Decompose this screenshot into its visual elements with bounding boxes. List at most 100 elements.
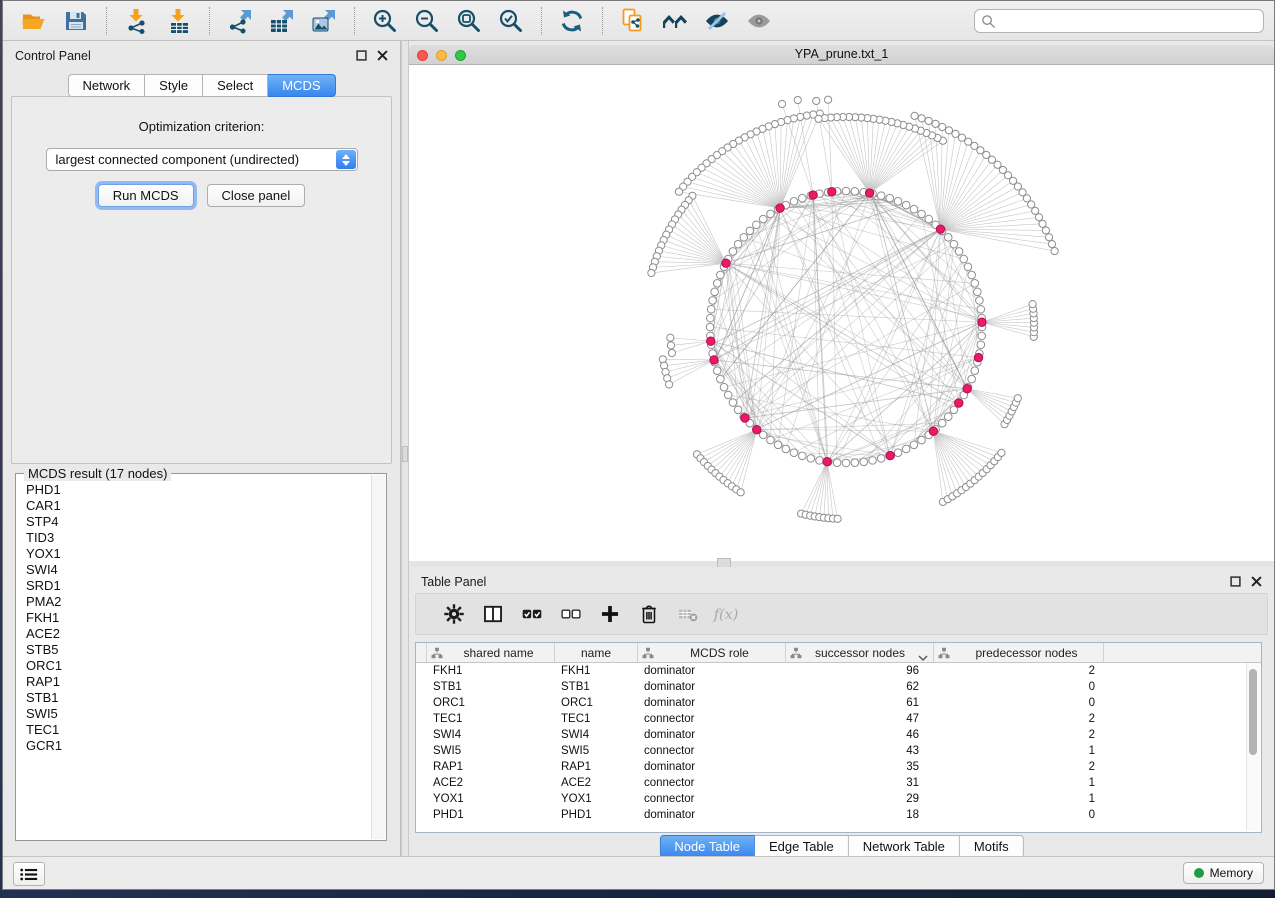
ring-node[interactable]	[759, 215, 767, 223]
import-table-icon[interactable]	[164, 6, 194, 36]
satellite-node[interactable]	[1051, 247, 1058, 254]
ring-node[interactable]	[977, 305, 985, 313]
run-mcds-button[interactable]: Run MCDS	[98, 184, 194, 207]
table-row[interactable]: STB1STB1dominator620	[416, 679, 1261, 695]
satellite-node[interactable]	[1048, 241, 1055, 248]
satellite-node[interactable]	[1042, 227, 1049, 234]
ring-node[interactable]	[968, 271, 976, 279]
add-column-icon[interactable]	[595, 601, 625, 627]
ring-node[interactable]	[707, 305, 715, 313]
ring-node[interactable]	[955, 248, 963, 256]
delete-column-icon[interactable]	[634, 601, 664, 627]
satellite-node[interactable]	[998, 449, 1005, 456]
satellite-node[interactable]	[1029, 300, 1036, 307]
ring-node[interactable]	[706, 323, 714, 331]
ring-node[interactable]	[894, 449, 902, 457]
save-session-icon[interactable]	[61, 6, 91, 36]
search-input[interactable]	[1000, 13, 1257, 29]
ring-node[interactable]	[918, 210, 926, 218]
satellite-node[interactable]	[1045, 234, 1052, 241]
ring-node[interactable]	[790, 198, 798, 206]
ring-node[interactable]	[968, 375, 976, 383]
ring-node[interactable]	[740, 234, 748, 242]
ring-node[interactable]	[842, 459, 850, 467]
satellite-node[interactable]	[778, 100, 785, 107]
ring-node[interactable]	[753, 221, 761, 229]
satellite-node[interactable]	[813, 97, 820, 104]
satellite-node[interactable]	[666, 381, 673, 388]
mcds-result-item[interactable]: TID3	[26, 530, 372, 546]
tab-network[interactable]: Network	[67, 74, 145, 97]
open-session-icon[interactable]	[19, 6, 49, 36]
column-header-name[interactable]: name	[555, 643, 638, 662]
table-row[interactable]: YOX1YOX1connector291	[416, 791, 1261, 807]
ring-node[interactable]	[886, 194, 894, 202]
satellite-node[interactable]	[952, 130, 959, 137]
ring-node[interactable]	[978, 332, 986, 340]
table-row[interactable]: SWI5SWI5connector431	[416, 743, 1261, 759]
ring-node[interactable]	[910, 441, 918, 449]
hub-node[interactable]	[978, 318, 986, 326]
table-scrollbar-thumb[interactable]	[1249, 669, 1257, 755]
ring-node[interactable]	[938, 419, 946, 427]
ring-node[interactable]	[767, 436, 775, 444]
mcds-result-item[interactable]: GCR1	[26, 738, 372, 754]
ring-node[interactable]	[918, 436, 926, 444]
tab-network-table[interactable]: Network Table	[849, 835, 960, 858]
mcds-result-item[interactable]: FKH1	[26, 610, 372, 626]
ring-node[interactable]	[720, 383, 728, 391]
table-row[interactable]: RAP1RAP1dominator352	[416, 759, 1261, 775]
satellite-node[interactable]	[1014, 395, 1021, 402]
satellite-node[interactable]	[834, 515, 841, 522]
ring-node[interactable]	[971, 279, 979, 287]
sort-desc-icon[interactable]	[918, 650, 928, 656]
satellite-node[interactable]	[667, 334, 674, 341]
satellite-node[interactable]	[1039, 220, 1046, 227]
ring-node[interactable]	[977, 341, 985, 349]
zoom-out-icon[interactable]	[412, 6, 442, 36]
mcds-result-item[interactable]: STP4	[26, 514, 372, 530]
close-panel-icon[interactable]	[377, 50, 388, 61]
satellite-node[interactable]	[939, 123, 946, 130]
hub-node[interactable]	[710, 356, 718, 364]
import-network-icon[interactable]	[122, 6, 152, 36]
memory-button[interactable]: Memory	[1183, 862, 1264, 884]
ring-node[interactable]	[851, 459, 859, 467]
mcds-result-item[interactable]: YOX1	[26, 546, 372, 562]
show-columns-icon[interactable]	[478, 601, 508, 627]
ring-node[interactable]	[833, 459, 841, 467]
tab-edge-table[interactable]: Edge Table	[755, 835, 849, 858]
ring-node[interactable]	[798, 452, 806, 460]
zoom-selected-icon[interactable]	[496, 6, 526, 36]
mcds-result-item[interactable]: ORC1	[26, 658, 372, 674]
ring-node[interactable]	[734, 240, 742, 248]
satellite-node[interactable]	[737, 489, 744, 496]
ring-node[interactable]	[902, 201, 910, 209]
close-panel-button[interactable]: Close panel	[207, 184, 306, 207]
mcds-result-item[interactable]: RAP1	[26, 674, 372, 690]
hub-node[interactable]	[809, 191, 817, 199]
hub-node[interactable]	[823, 457, 831, 465]
ring-node[interactable]	[971, 367, 979, 375]
ring-node[interactable]	[960, 255, 968, 263]
table-scrollbar[interactable]	[1246, 663, 1260, 831]
mcds-result-item[interactable]: SWI4	[26, 562, 372, 578]
vertical-splitter[interactable]	[401, 41, 409, 857]
satellite-node[interactable]	[825, 96, 832, 103]
satellite-node[interactable]	[668, 349, 675, 356]
table-row[interactable]: ACE2ACE2connector311	[416, 775, 1261, 791]
hub-node[interactable]	[722, 259, 730, 267]
ring-node[interactable]	[711, 288, 719, 296]
mcds-result-item[interactable]: SRD1	[26, 578, 372, 594]
table-row[interactable]: TEC1TEC1connector472	[416, 711, 1261, 727]
mcds-result-item[interactable]: PMA2	[26, 594, 372, 610]
hub-node[interactable]	[963, 385, 971, 393]
ring-node[interactable]	[902, 445, 910, 453]
table-row[interactable]: SWI4SWI4dominator462	[416, 727, 1261, 743]
satellite-node[interactable]	[815, 115, 822, 122]
ring-node[interactable]	[910, 205, 918, 213]
hub-node[interactable]	[929, 427, 937, 435]
hub-node[interactable]	[955, 399, 963, 407]
satellite-node[interactable]	[648, 269, 655, 276]
hub-node[interactable]	[886, 451, 894, 459]
